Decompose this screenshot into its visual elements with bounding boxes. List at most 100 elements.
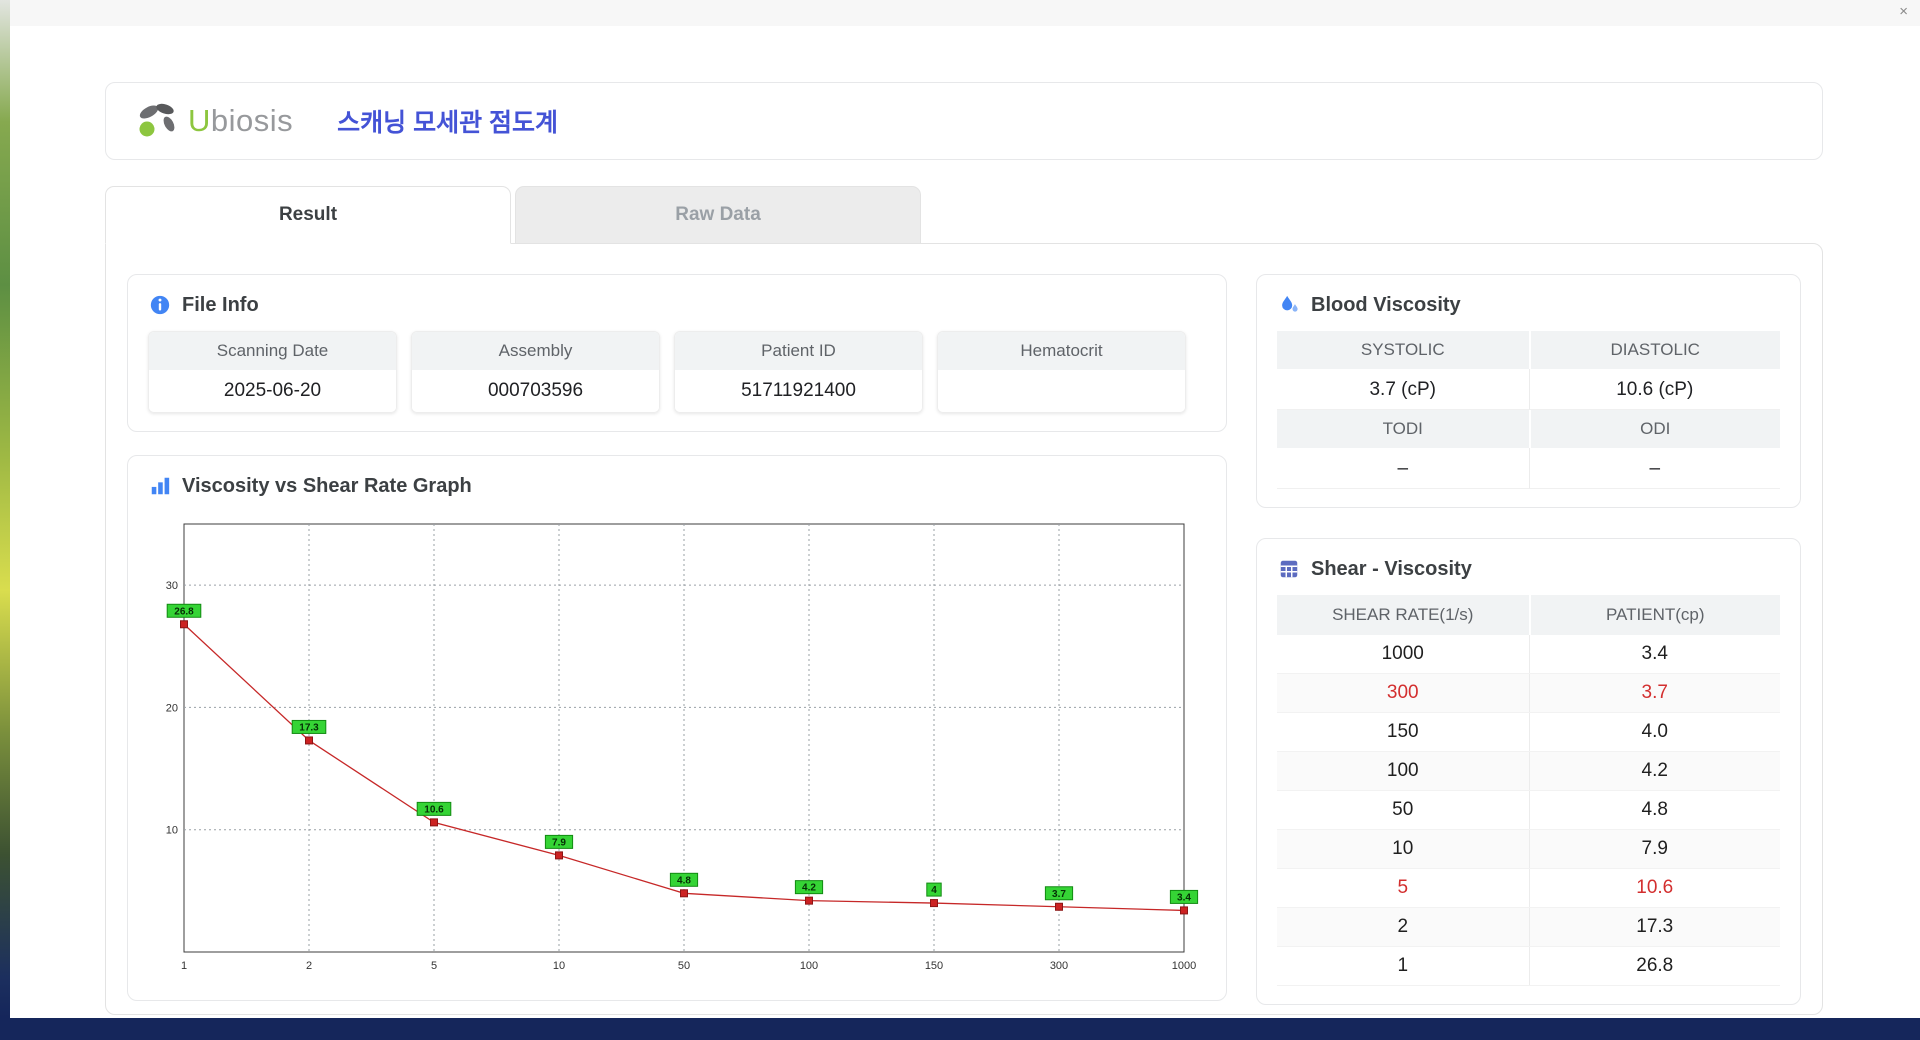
field-label: Scanning Date	[149, 332, 396, 370]
blood-viscosity-title-row: Blood Viscosity	[1277, 293, 1780, 317]
svg-text:300: 300	[1050, 960, 1068, 972]
window-titlebar: ×	[10, 0, 1920, 26]
svg-text:3.7: 3.7	[1052, 889, 1066, 900]
svg-text:10.6: 10.6	[424, 804, 444, 815]
desktop-wallpaper-strip	[0, 0, 10, 1018]
svg-text:26.8: 26.8	[174, 606, 194, 617]
bv-value-systolic: 3.7 (cP)	[1277, 369, 1529, 410]
patient-viscosity-value: 17.3	[1528, 908, 1781, 946]
table-calculator-icon	[1277, 557, 1301, 581]
app-window: × Ubiosis 스캐닝 모세관 점도계 Result Raw Data Fi…	[10, 0, 1920, 1018]
table-row: 2 17.3	[1277, 908, 1780, 947]
patient-viscosity-value: 26.8	[1528, 947, 1781, 985]
patient-viscosity-value: 4.8	[1528, 791, 1781, 829]
logo-text-rest: biosis	[210, 103, 294, 138]
bv-header-systolic: SYSTOLIC	[1360, 340, 1445, 359]
table-row: 100 4.2	[1277, 752, 1780, 791]
result-panel: File Info Scanning Date 2025-06-20 Assem…	[105, 243, 1823, 1015]
shear-rate-value: 300	[1386, 682, 1419, 703]
table-row: 150 4.0	[1277, 713, 1780, 752]
file-info-card: File Info Scanning Date 2025-06-20 Assem…	[127, 274, 1227, 432]
svg-text:5: 5	[431, 960, 437, 972]
table-row: 1000 3.4	[1277, 635, 1780, 674]
right-column: Blood Viscosity SYSTOLIC DIASTOLIC 3.7 (…	[1256, 274, 1801, 1005]
patient-column-header: PATIENT(cp)	[1528, 595, 1781, 635]
bv-header-row: SYSTOLIC DIASTOLIC	[1277, 331, 1780, 369]
shear-viscosity-title-row: Shear - Viscosity	[1277, 557, 1780, 581]
table-row: 300 3.7	[1277, 674, 1780, 713]
svg-text:4.8: 4.8	[677, 875, 691, 886]
bv-header-todi: TODI	[1382, 419, 1423, 438]
shear-viscosity-card: Shear - Viscosity SHEAR RATE(1/s) PATIEN…	[1256, 538, 1801, 1005]
patient-viscosity-value: 4.2	[1528, 752, 1781, 790]
bv-header-row: TODI ODI	[1277, 410, 1780, 448]
svg-text:30: 30	[166, 580, 178, 592]
file-info-title: File Info	[182, 293, 259, 316]
bv-value-row: 3.7 (cP) 10.6 (cP)	[1277, 369, 1780, 410]
field-scanning-date: Scanning Date 2025-06-20	[148, 331, 397, 413]
logo-text-accent: U	[188, 103, 211, 138]
left-column: File Info Scanning Date 2025-06-20 Assem…	[127, 274, 1227, 1001]
field-label: Assembly	[412, 332, 659, 370]
shear-rate-value: 100	[1386, 760, 1419, 781]
tab-raw-data[interactable]: Raw Data	[515, 186, 921, 244]
shear-rate-value: 5	[1397, 877, 1409, 898]
field-assembly: Assembly 000703596	[411, 331, 660, 413]
shear-rate-value: 2	[1397, 916, 1409, 937]
table-row: 1 26.8	[1277, 947, 1780, 986]
bv-value-todi: –	[1277, 448, 1529, 489]
tab-bar: Result Raw Data	[105, 186, 1823, 244]
svg-text:150: 150	[925, 960, 943, 972]
svg-text:4: 4	[931, 885, 937, 896]
blood-viscosity-table: SYSTOLIC DIASTOLIC 3.7 (cP) 10.6 (cP) TO…	[1277, 331, 1780, 489]
patient-viscosity-value: 4.0	[1528, 713, 1781, 751]
shear-rate-column-header: SHEAR RATE(1/s)	[1332, 605, 1474, 624]
shear-rate-value: 1	[1397, 955, 1409, 976]
blood-viscosity-card: Blood Viscosity SYSTOLIC DIASTOLIC 3.7 (…	[1256, 274, 1801, 508]
close-icon[interactable]: ×	[1899, 3, 1908, 21]
bv-value-odi: –	[1528, 448, 1780, 489]
svg-text:100: 100	[800, 960, 818, 972]
table-row: 10 7.9	[1277, 830, 1780, 869]
field-value: 000703596	[412, 370, 659, 412]
field-label: Hematocrit	[938, 332, 1185, 370]
svg-text:2: 2	[306, 960, 312, 972]
graph-title: Viscosity vs Shear Rate Graph	[182, 474, 472, 497]
svg-text:10: 10	[553, 960, 565, 972]
shear-viscosity-title: Shear - Viscosity	[1311, 557, 1472, 580]
shear-rate-value: 150	[1386, 721, 1419, 742]
graph-card: Viscosity vs Shear Rate Graph 10 20 30 1 2 5 1…	[127, 455, 1227, 1001]
field-value: 2025-06-20	[149, 370, 396, 412]
bv-header-diastolic: DIASTOLIC	[1528, 331, 1781, 369]
shear-rate-value: 10	[1392, 838, 1414, 859]
viscosity-chart: 10 20 30 1 2 5 10 50 100 150 300 1000 26.8 17.3 10.6 7.…	[148, 512, 1206, 982]
table-row: 5 10.6	[1277, 869, 1780, 908]
table-row: 50 4.8	[1277, 791, 1780, 830]
field-patient-id: Patient ID 51711921400	[674, 331, 923, 413]
logo-text: Ubiosis	[188, 103, 293, 139]
field-value: 51711921400	[675, 370, 922, 412]
shear-table-rows: 1000 3.4 300 3.7 150 4.0 100 4.2 50 4.8 10 7.9 5 10.6…	[1277, 635, 1780, 986]
graph-title-row: Viscosity vs Shear Rate Graph	[148, 474, 1206, 498]
bar-chart-icon	[148, 474, 172, 498]
patient-viscosity-value: 10.6	[1528, 869, 1781, 907]
shear-rate-value: 50	[1392, 799, 1414, 820]
field-label: Patient ID	[675, 332, 922, 370]
tab-result[interactable]: Result	[105, 186, 511, 244]
file-info-fields: Scanning Date 2025-06-20 Assembly 000703…	[148, 331, 1206, 413]
ubiosis-logo: Ubiosis	[134, 100, 293, 142]
shear-table-header: SHEAR RATE(1/s) PATIENT(cp)	[1277, 595, 1780, 635]
bv-value-diastolic: 10.6 (cP)	[1528, 369, 1780, 410]
svg-text:17.3: 17.3	[299, 722, 319, 733]
svg-text:7.9: 7.9	[552, 837, 566, 848]
svg-text:20: 20	[166, 702, 178, 714]
app-header: Ubiosis 스캐닝 모세관 점도계	[105, 82, 1823, 160]
patient-viscosity-value: 3.4	[1528, 635, 1781, 673]
patient-viscosity-value: 7.9	[1528, 830, 1781, 868]
svg-text:50: 50	[678, 960, 690, 972]
shear-rate-value: 1000	[1381, 643, 1424, 664]
shear-viscosity-table: SHEAR RATE(1/s) PATIENT(cp) 1000 3.4 300 3.…	[1277, 595, 1780, 986]
bv-header-odi: ODI	[1528, 410, 1781, 448]
blood-viscosity-title: Blood Viscosity	[1311, 293, 1461, 316]
leaf-logo-icon	[139, 103, 175, 137]
